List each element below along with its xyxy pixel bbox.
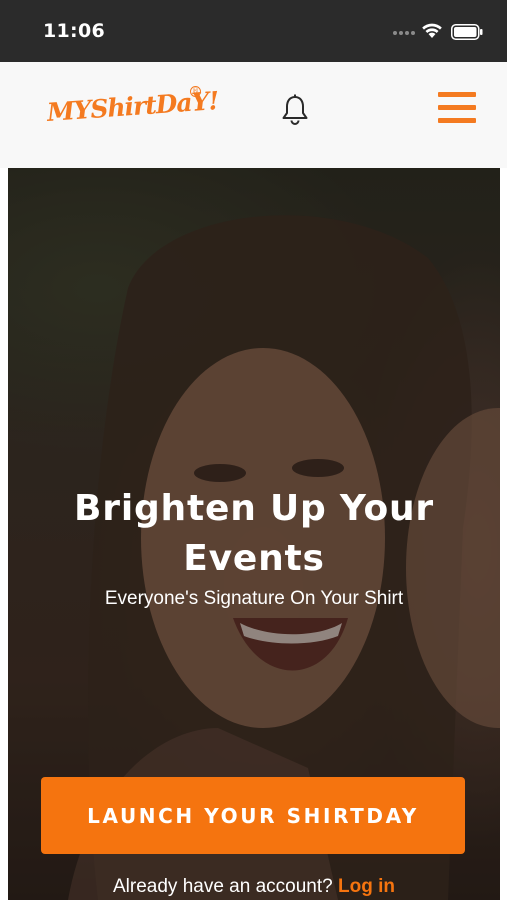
- hero-title: Brighten Up Your Events: [8, 484, 500, 584]
- hero-section: Brighten Up Your Events Everyone's Signa…: [8, 168, 500, 900]
- status-bar: 11:06: [0, 0, 507, 62]
- registered-mark: ®: [190, 86, 201, 97]
- wifi-icon: [422, 23, 442, 38]
- launch-shirtday-button[interactable]: LAUNCH YOUR SHIRTDAY: [41, 777, 465, 854]
- login-prompt-row: Already have an account? Log in: [8, 876, 500, 898]
- hero-title-line2: Events: [183, 538, 325, 579]
- menu-bar: [438, 105, 476, 110]
- login-prompt-text: Already have an account?: [113, 876, 333, 897]
- hero-title-line1: Brighten Up Your: [74, 488, 434, 529]
- battery-icon: [451, 24, 483, 40]
- hero-subtitle: Everyone's Signature On Your Shirt: [104, 588, 404, 609]
- hamburger-menu-icon[interactable]: [438, 91, 476, 125]
- login-link[interactable]: Log in: [338, 876, 395, 897]
- menu-bar: [438, 92, 476, 97]
- app-header: MYShirtDaY! ®: [0, 62, 507, 168]
- signal-icon: [393, 31, 415, 35]
- bell-icon[interactable]: [280, 94, 310, 126]
- status-time: 11:06: [43, 20, 105, 42]
- brand-logo[interactable]: MYShirtDaY! ®: [46, 86, 219, 138]
- menu-bar: [438, 118, 476, 123]
